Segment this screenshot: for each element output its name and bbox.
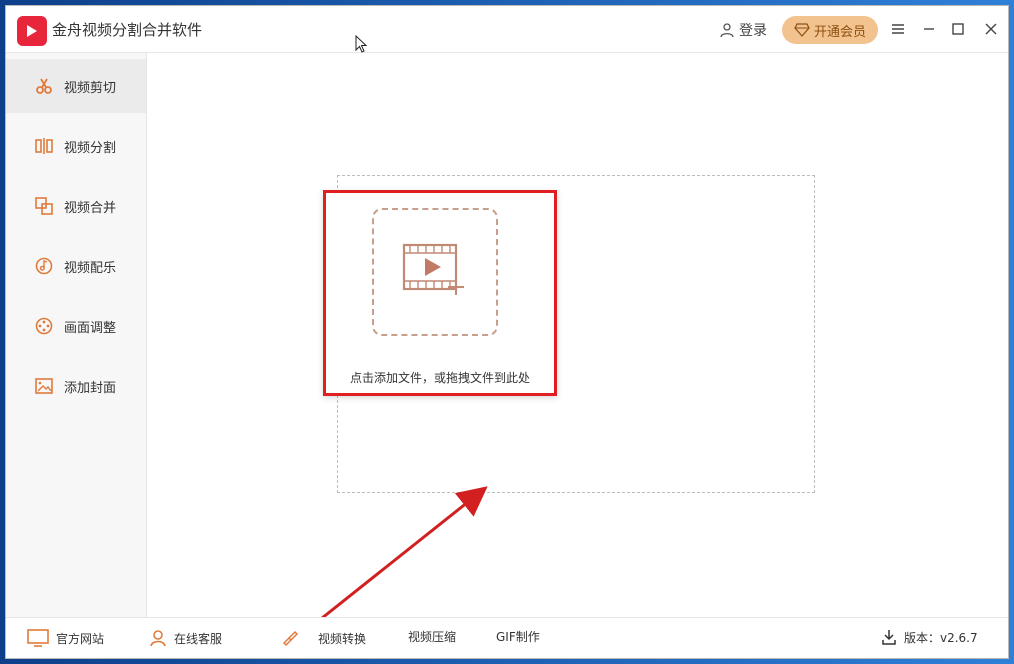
sidebar-item-picture-adjust[interactable]: 画面调整 xyxy=(6,299,146,353)
mouse-cursor-icon xyxy=(355,35,367,53)
maximize-icon xyxy=(952,23,964,35)
close-icon xyxy=(985,23,997,35)
user-icon xyxy=(720,23,734,38)
main-content xyxy=(147,53,1008,618)
sidebar-item-video-cut[interactable]: 视频剪切 xyxy=(6,59,146,113)
app-title: 金舟视频分割合并软件 xyxy=(52,21,203,39)
menu-button[interactable] xyxy=(886,17,910,41)
titlebar: 金舟视频分割合并软件 登录 开通会员 xyxy=(6,6,1008,53)
gif-maker-label: GIF制作 xyxy=(496,630,540,644)
sidebar-item-label: 画面调整 xyxy=(64,320,117,336)
video-convert-label: 视频转换 xyxy=(318,631,367,646)
maximize-button[interactable] xyxy=(946,17,970,41)
minimize-button[interactable] xyxy=(917,17,941,41)
highlighted-add-file-area[interactable]: 点击添加文件，或拖拽文件到此处 xyxy=(323,190,557,396)
sidebar-item-label: 视频配乐 xyxy=(64,260,117,276)
version-info: 版本：v2.6.7 xyxy=(880,628,978,646)
adjust-icon xyxy=(35,317,53,335)
support-icon xyxy=(150,630,166,647)
official-website-button[interactable]: 官方网站 xyxy=(26,628,104,648)
music-icon xyxy=(35,257,53,275)
official-website-label: 官方网站 xyxy=(56,631,105,646)
app-window: 金舟视频分割合并软件 登录 开通会员 视频剪切 视频分割 视频合并 视频配乐 画… xyxy=(6,6,1008,658)
login-button[interactable]: 登录 xyxy=(719,21,767,39)
online-support-label: 在线客服 xyxy=(174,631,223,646)
vip-button[interactable]: 开通会员 xyxy=(782,16,878,44)
gif-maker-button[interactable]: GIF制作 xyxy=(496,628,540,645)
close-button[interactable] xyxy=(979,17,1003,41)
video-convert-button[interactable]: 视频转换 xyxy=(280,628,366,648)
download-icon xyxy=(882,630,896,645)
sidebar-item-video-split[interactable]: 视频分割 xyxy=(6,119,146,173)
sidebar-item-label: 添加封面 xyxy=(64,380,117,396)
sidebar-item-video-merge[interactable]: 视频合并 xyxy=(6,179,146,233)
vip-label: 开通会员 xyxy=(813,24,866,40)
online-support-button[interactable]: 在线客服 xyxy=(148,628,222,648)
bottom-toolbar: 官方网站 在线客服 视频转换 视频压缩 GIF制作 版本：v2.6.7 xyxy=(6,617,1008,658)
sidebar-item-label: 视频分割 xyxy=(64,140,117,156)
login-label: 登录 xyxy=(739,23,767,39)
minimize-icon xyxy=(924,28,934,30)
video-add-icon xyxy=(402,243,464,295)
sidebar-item-video-music[interactable]: 视频配乐 xyxy=(6,239,146,293)
add-file-button[interactable] xyxy=(372,208,498,336)
version-label: 版本：v2.6.7 xyxy=(904,630,978,645)
sidebar: 视频剪切 视频分割 视频合并 视频配乐 画面调整 添加封面 xyxy=(6,53,147,618)
red-arrow-annotation xyxy=(306,486,488,632)
cover-icon xyxy=(35,378,53,394)
sidebar-item-add-cover[interactable]: 添加封面 xyxy=(6,359,146,413)
drop-instruction-text: 点击添加文件，或拖拽文件到此处 xyxy=(349,371,530,385)
sidebar-item-label: 视频剪切 xyxy=(64,80,117,96)
flashlight-icon xyxy=(282,630,299,647)
merge-icon xyxy=(35,197,53,215)
video-compress-button[interactable]: 视频压缩 xyxy=(408,628,456,645)
video-compress-label: 视频压缩 xyxy=(408,630,457,644)
sidebar-item-label: 视频合并 xyxy=(64,200,117,216)
scissors-icon xyxy=(36,78,52,94)
app-logo-icon xyxy=(17,16,47,46)
split-icon xyxy=(35,138,53,154)
diamond-icon xyxy=(794,23,810,37)
menu-icon xyxy=(892,24,904,34)
monitor-icon xyxy=(27,629,49,647)
